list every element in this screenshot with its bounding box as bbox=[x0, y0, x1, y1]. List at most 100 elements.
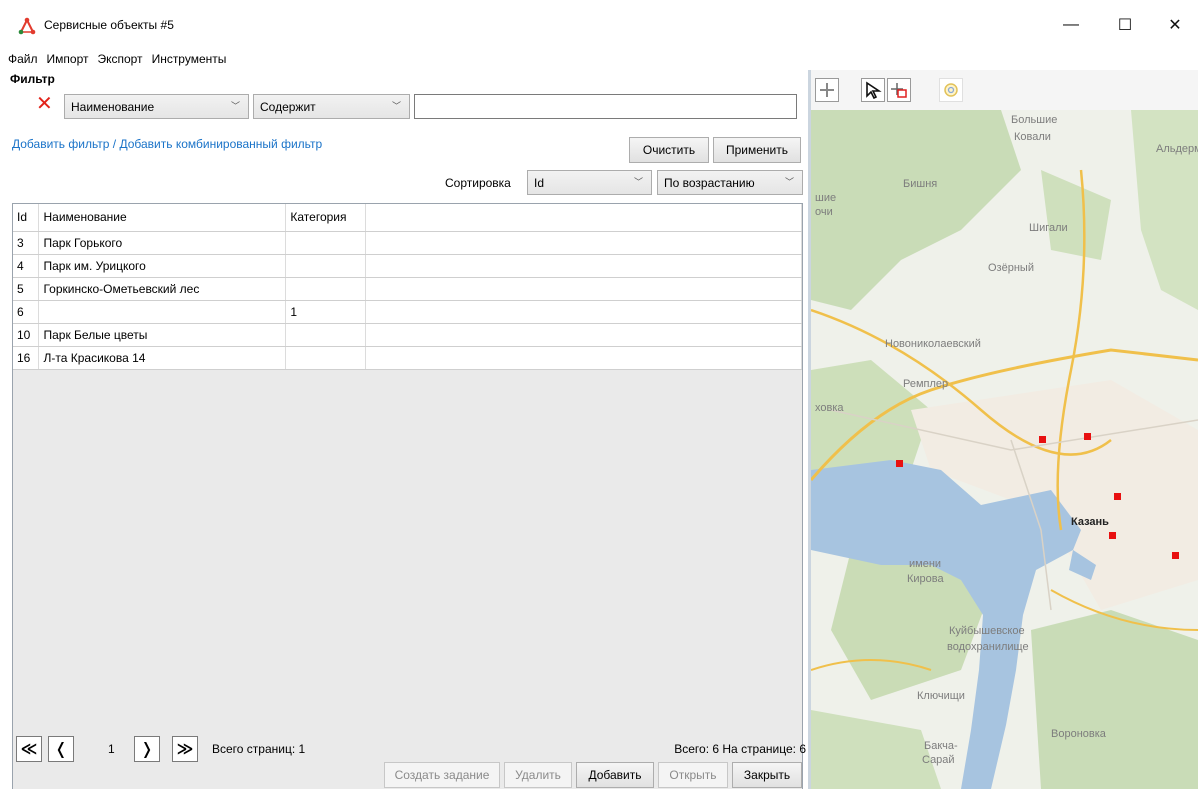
select-area-icon[interactable] bbox=[887, 78, 911, 102]
map-marker[interactable] bbox=[1039, 436, 1046, 443]
map-marker[interactable] bbox=[896, 460, 903, 467]
map-label: Большие bbox=[1011, 114, 1058, 126]
table-row[interactable]: 4 Парк им. Урицкого bbox=[13, 254, 802, 278]
filter-title: Фильтр bbox=[10, 72, 55, 86]
cell-id: 16 bbox=[13, 346, 40, 370]
map-label: Сарай bbox=[922, 754, 955, 766]
column-id[interactable]: Id bbox=[13, 204, 40, 232]
map-label: шие bbox=[815, 192, 837, 204]
cell-category bbox=[285, 254, 367, 278]
cell-filler bbox=[365, 300, 802, 324]
map-label: водохранилище bbox=[947, 641, 1029, 653]
minimize-button[interactable]: — bbox=[1048, 10, 1094, 40]
add-combined-filter-link[interactable]: Добавить комбинированный фильтр bbox=[119, 137, 322, 151]
cell-id: 4 bbox=[13, 254, 40, 278]
menu-file[interactable]: Файл bbox=[8, 52, 38, 66]
map-label: Кирова bbox=[907, 573, 944, 585]
map-marker[interactable] bbox=[1084, 433, 1091, 440]
map-label: Вороновка bbox=[1051, 728, 1106, 740]
filter-field-select[interactable]: Наименование ﹀ bbox=[64, 94, 249, 119]
select-cursor-icon[interactable] bbox=[861, 78, 885, 102]
cell-name bbox=[38, 300, 287, 324]
add-filter-link[interactable]: Добавить фильтр bbox=[12, 137, 109, 151]
menu-import[interactable]: Импорт bbox=[47, 52, 89, 66]
map-label: очи bbox=[815, 206, 833, 218]
map-label: ховка bbox=[815, 402, 844, 414]
app-logo-icon bbox=[18, 17, 36, 35]
table-row[interactable]: 16 Л-та Красикова 14 bbox=[13, 346, 802, 370]
menu-bar: Файл Импорт Экспорт Инструменты bbox=[0, 48, 808, 70]
cell-filler bbox=[365, 346, 802, 370]
cell-category bbox=[285, 323, 367, 347]
close-button[interactable]: Закрыть bbox=[732, 762, 802, 788]
total-info: Всего: 6 На странице: 6 bbox=[674, 742, 806, 756]
map-canvas bbox=[811, 110, 1198, 789]
objects-grid: Id Наименование Категория 3 Парк Горьког… bbox=[12, 203, 803, 789]
cell-category bbox=[285, 346, 367, 370]
column-name[interactable]: Наименование bbox=[38, 204, 287, 232]
cell-name: Парк им. Урицкого bbox=[38, 254, 287, 278]
last-page-button[interactable]: ≫ bbox=[172, 736, 198, 762]
map-label: Альдерм bbox=[1156, 143, 1198, 155]
map-label: Куйбышевское bbox=[949, 625, 1025, 637]
table-row[interactable]: 10 Парк Белые цветы bbox=[13, 323, 802, 347]
map-label: Ремплер bbox=[903, 378, 949, 390]
map-label-city: Казань bbox=[1071, 516, 1109, 528]
next-page-button[interactable]: ❭ bbox=[134, 736, 160, 762]
filter-value-input[interactable] bbox=[414, 94, 797, 119]
sort-field-value: Id bbox=[534, 175, 545, 190]
map-marker[interactable] bbox=[1172, 552, 1179, 559]
total-pages: Всего страниц: 1 bbox=[212, 742, 306, 756]
add-button[interactable]: Добавить bbox=[576, 762, 654, 788]
open-button[interactable]: Открыть bbox=[658, 762, 728, 788]
column-category[interactable]: Категория bbox=[285, 204, 367, 232]
zoom-icon[interactable] bbox=[939, 78, 963, 102]
cell-name: Парк Белые цветы bbox=[38, 323, 287, 347]
prev-page-button[interactable]: ❬ bbox=[48, 736, 74, 762]
chevron-down-icon: ﹀ bbox=[633, 177, 643, 187]
table-header-row: Id Наименование Категория bbox=[13, 204, 802, 232]
first-page-button[interactable]: ≪ bbox=[16, 736, 42, 762]
map-panel[interactable]: Большие Ковали Альдерм Бишня шие очи Шиг… bbox=[811, 70, 1198, 789]
sort-field-select[interactable]: Id ﹀ bbox=[527, 170, 652, 195]
map-label: Новониколаевский bbox=[885, 338, 981, 350]
cell-filler bbox=[365, 231, 802, 255]
clear-button[interactable]: Очистить bbox=[629, 137, 709, 163]
cell-id: 6 bbox=[13, 300, 40, 324]
map-label: Шигали bbox=[1029, 222, 1068, 234]
close-window-button[interactable]: ✕ bbox=[1152, 10, 1198, 40]
create-task-button[interactable]: Создать задание bbox=[384, 762, 500, 788]
current-page: 1 bbox=[108, 742, 115, 756]
cell-filler bbox=[365, 254, 802, 278]
map-label: Ключищи bbox=[917, 690, 965, 702]
table-row[interactable]: 3 Парк Горького bbox=[13, 231, 802, 255]
chevron-down-icon: ﹀ bbox=[784, 177, 794, 187]
remove-filter-icon[interactable]: ✕ bbox=[36, 94, 53, 114]
menu-export[interactable]: Экспорт bbox=[97, 52, 142, 66]
menu-tools[interactable]: Инструменты bbox=[152, 52, 227, 66]
filter-condition-select[interactable]: Содержит ﹀ bbox=[253, 94, 410, 119]
cell-category bbox=[285, 277, 367, 301]
chevron-down-icon: ﹀ bbox=[230, 101, 240, 111]
map-label: Озёрный bbox=[988, 262, 1034, 274]
table-row[interactable]: 6 1 bbox=[13, 300, 802, 324]
delete-button[interactable]: Удалить bbox=[504, 762, 572, 788]
sort-order-select[interactable]: По возрастанию ﹀ bbox=[657, 170, 803, 195]
filter-links: Добавить фильтр / Добавить комбинированн… bbox=[12, 137, 322, 151]
table-row[interactable]: 5 Горкинско-Ометьевский лес bbox=[13, 277, 802, 301]
sort-order-value: По возрастанию bbox=[664, 175, 755, 190]
filter-field-value: Наименование bbox=[71, 99, 155, 114]
cell-id: 3 bbox=[13, 231, 40, 255]
cell-id: 5 bbox=[13, 277, 40, 301]
maximize-button[interactable]: ☐ bbox=[1102, 10, 1148, 40]
sort-label: Сортировка bbox=[445, 176, 511, 190]
add-point-icon[interactable] bbox=[815, 78, 839, 102]
map-marker[interactable] bbox=[1114, 493, 1121, 500]
cell-category bbox=[285, 231, 367, 255]
map-label: Бишня bbox=[903, 178, 938, 190]
chevron-down-icon: ﹀ bbox=[391, 101, 401, 111]
title-bar: Сервисные объекты #5 — ☐ ✕ bbox=[0, 0, 1198, 48]
cell-name: Парк Горького bbox=[38, 231, 287, 255]
apply-button[interactable]: Применить bbox=[713, 137, 801, 163]
map-marker[interactable] bbox=[1109, 532, 1116, 539]
